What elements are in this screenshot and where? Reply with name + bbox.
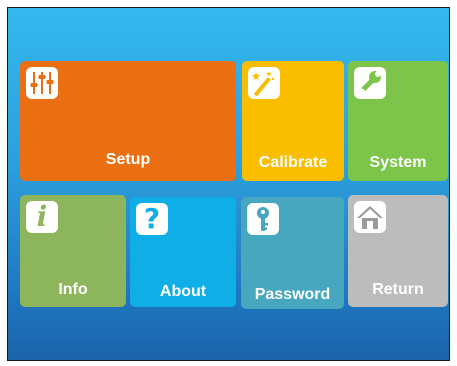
password-tile[interactable]: Password xyxy=(241,197,344,309)
calibrate-label: Calibrate xyxy=(258,154,328,171)
system-tile[interactable]: System xyxy=(348,61,448,181)
menu-screen: Setup Calibrate System i Info ? About Pa… xyxy=(7,7,450,361)
about-label: About xyxy=(159,283,207,300)
return-tile[interactable]: Return xyxy=(348,195,448,307)
info-label: Info xyxy=(58,281,88,298)
info-tile[interactable]: i Info xyxy=(20,195,126,307)
return-label: Return xyxy=(372,281,424,298)
system-label: System xyxy=(369,154,427,171)
wrench-icon xyxy=(354,67,386,99)
info-icon: i xyxy=(26,201,58,233)
about-tile[interactable]: ? About xyxy=(130,197,236,307)
home-icon xyxy=(354,201,386,233)
password-label: Password xyxy=(254,286,331,303)
equalizer-sliders-icon xyxy=(26,67,58,99)
setup-tile[interactable]: Setup xyxy=(20,61,236,181)
calibrate-tile[interactable]: Calibrate xyxy=(242,61,344,181)
question-mark-icon: ? xyxy=(136,203,168,235)
setup-label: Setup xyxy=(105,151,151,168)
magic-wand-icon xyxy=(248,67,280,99)
key-icon xyxy=(247,203,279,235)
